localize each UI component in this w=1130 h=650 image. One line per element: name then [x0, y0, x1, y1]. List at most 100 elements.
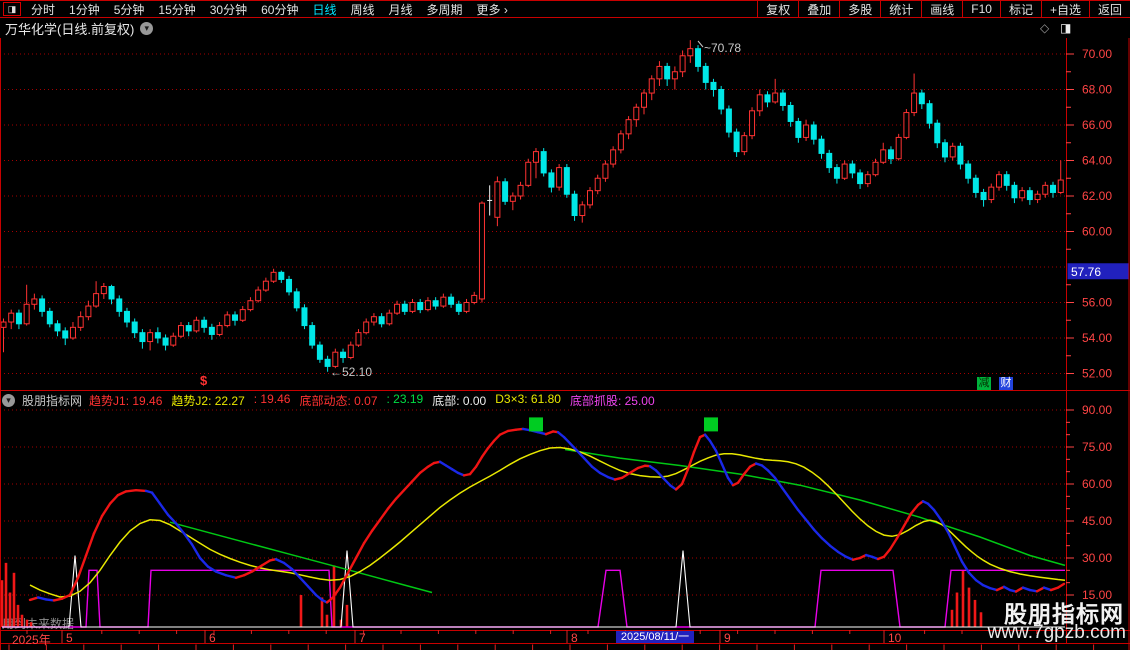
candle-body — [62, 330, 69, 339]
tool-buttons: 复权 叠加 多股 统计 画线 F10 标记 +自选 返回 — [757, 1, 1130, 17]
indicator-source: 股朋指标网 — [22, 394, 83, 408]
candle-body — [857, 172, 864, 185]
candle-body — [463, 302, 470, 312]
date-axis-canvas — [0, 630, 1130, 650]
main-gridlines — [0, 53, 1066, 374]
candle-body — [965, 163, 972, 179]
svg-text:90.00: 90.00 — [1082, 403, 1112, 417]
candle-body — [795, 120, 802, 138]
svg-text:30.00: 30.00 — [1082, 551, 1112, 565]
toolbar-period-8[interactable]: 月线 — [382, 1, 420, 18]
toolbar-tool-2[interactable]: 多股 — [839, 1, 880, 17]
candle-body — [849, 163, 856, 174]
candle-body — [764, 94, 771, 103]
candle-body — [941, 142, 948, 158]
toolbar-tool-0[interactable]: 复权 — [757, 1, 798, 17]
toolbar-period-4[interactable]: 30分钟 — [203, 1, 254, 18]
top-toolbar: ◨ 分时 1分钟 5分钟 15分钟 30分钟 60分钟 日线 周线 月线 多周期 更多 › 复权 叠加… — [0, 0, 1130, 18]
candle-body — [301, 307, 308, 327]
candle-body — [610, 149, 617, 165]
candle-body — [949, 145, 956, 158]
toolbar-tool-3[interactable]: 统计 — [880, 1, 921, 17]
diamond-icon[interactable]: ◇ — [1040, 21, 1049, 35]
toolbar-tool-6[interactable]: 标记 — [999, 1, 1041, 17]
candle-body — [440, 296, 447, 307]
candle-body — [918, 92, 925, 105]
candle-body — [710, 81, 717, 91]
svg-text:66.00: 66.00 — [1082, 118, 1112, 132]
candle-body — [394, 303, 401, 314]
candle-body — [455, 303, 462, 312]
candle-body — [625, 119, 632, 135]
candle-body — [370, 316, 377, 323]
candle-body — [1057, 179, 1064, 193]
indicator-field-7: 底部抓股: 25.00 — [569, 394, 655, 408]
candle-body — [432, 300, 439, 307]
candle-body — [1003, 174, 1010, 186]
selected-date-badge: 2025/08/11/一 — [616, 631, 694, 643]
candle-body — [255, 289, 262, 302]
watermark-url: www.7gpzb.com — [987, 622, 1126, 643]
candle-body — [641, 92, 648, 108]
signal-squares — [529, 417, 718, 432]
candle-body — [170, 335, 177, 346]
candle-body — [239, 309, 246, 321]
toolbar-period-9[interactable]: 多周期 — [420, 1, 470, 18]
candle-body — [116, 298, 123, 312]
candle-body — [1034, 193, 1041, 201]
candle-body — [162, 337, 169, 346]
candle-body — [972, 177, 979, 193]
candle-body — [15, 312, 22, 325]
candle-body — [232, 314, 239, 321]
candle-body — [478, 202, 485, 300]
candle-body — [262, 280, 269, 291]
toolbar-period-3[interactable]: 15分钟 — [151, 1, 202, 18]
candle-body — [309, 325, 316, 346]
indicator-field-1: 趋势J2: 22.27 — [171, 394, 245, 408]
toolbar-period-0[interactable]: 分时 — [24, 1, 62, 18]
bottom-grab-line — [2, 569, 1065, 628]
toolbar-period-6[interactable]: 日线 — [305, 1, 343, 18]
candle-body — [602, 163, 609, 179]
toolbar-period-7[interactable]: 周线 — [343, 1, 381, 18]
panel-split-icon[interactable]: ◨ — [1060, 21, 1071, 35]
toolbar-period-10[interactable]: 更多 › — [470, 1, 515, 18]
candle-body — [0, 321, 7, 328]
chevron-down-icon[interactable]: ▾ — [140, 22, 154, 35]
layout-icon[interactable]: ◨ — [3, 2, 21, 16]
indicator-field-4: : 23.19 — [386, 392, 424, 406]
candle-body — [347, 344, 354, 359]
candle-body — [54, 323, 61, 332]
candle-body — [517, 184, 524, 197]
toolbar-tool-8[interactable]: 返回 — [1088, 1, 1130, 17]
jian-mini-button[interactable]: 减 — [977, 377, 991, 390]
indicator-collapse-icon[interactable]: ▾ — [2, 394, 15, 407]
x-axis-month-label-4: 9 — [724, 631, 731, 645]
toolbar-period-1[interactable]: 1分钟 — [62, 1, 107, 18]
low-annotation: ←52.10 — [330, 365, 372, 379]
candle-body — [448, 296, 455, 305]
candle-body — [540, 151, 547, 174]
candle-body — [1050, 184, 1057, 193]
candle-body — [779, 92, 786, 106]
toolbar-tool-7[interactable]: +自选 — [1040, 1, 1089, 17]
candle-body — [247, 300, 254, 311]
candle-body — [270, 271, 277, 282]
x-axis-month-label-1: 6 — [209, 631, 216, 645]
candle-body — [100, 286, 107, 295]
candle-body — [39, 298, 46, 312]
toolbar-period-5[interactable]: 60分钟 — [254, 1, 305, 18]
high-annotation: ~70.78 — [704, 41, 741, 55]
toolbar-tool-4[interactable]: 画线 — [921, 1, 962, 17]
toolbar-tool-5[interactable]: F10 — [962, 1, 1000, 17]
toolbar-period-2[interactable]: 5分钟 — [107, 1, 152, 18]
candle-body — [934, 122, 941, 144]
candle-body — [1026, 190, 1033, 201]
toolbar-tool-1[interactable]: 叠加 — [798, 1, 839, 17]
cai-mini-button[interactable]: 财 — [999, 377, 1013, 390]
candle-body — [1011, 184, 1018, 199]
candle-body — [911, 92, 918, 114]
ex-rights-marker: $ — [200, 373, 208, 388]
green-trend-line-0 — [169, 521, 433, 594]
candle-body — [880, 149, 887, 163]
